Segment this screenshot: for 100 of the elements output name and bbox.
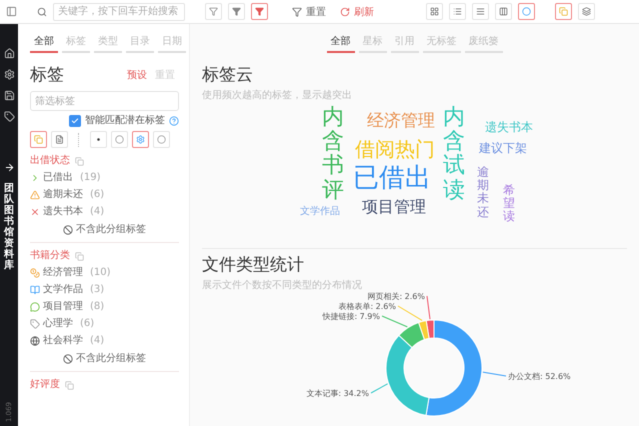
cloud-tag[interactable]: 经济管理 bbox=[367, 112, 435, 131]
tab[interactable]: 无标签 bbox=[422, 36, 460, 53]
filter-icon bbox=[292, 6, 302, 16]
tag-count: (4) bbox=[90, 335, 104, 347]
library-name: 团队图书馆资料库 bbox=[4, 183, 14, 271]
help-icon[interactable] bbox=[169, 116, 179, 126]
tag-label[interactable]: 项目管理 bbox=[43, 301, 83, 313]
tag-icon bbox=[30, 319, 40, 329]
columns-icon bbox=[499, 7, 508, 16]
section-subtitle: 使用频次越高的标签，显示越突出 bbox=[202, 88, 353, 102]
slice-label: 快捷链接: 7.9% bbox=[322, 312, 380, 321]
ban-icon bbox=[63, 225, 73, 235]
tag-count: (19) bbox=[80, 172, 101, 184]
tag-label[interactable]: 社会科学 bbox=[43, 335, 83, 347]
toolbar-button[interactable] bbox=[555, 3, 572, 20]
style-button[interactable] bbox=[132, 131, 149, 148]
circle-icon bbox=[157, 135, 166, 144]
reset-button[interactable]: 重置 bbox=[288, 4, 330, 18]
preset-link[interactable]: 预设 bbox=[123, 68, 151, 82]
checkmark-icon bbox=[71, 117, 79, 125]
slice-label: 表格表单: 2.6% bbox=[338, 302, 396, 311]
ban-icon bbox=[63, 354, 73, 364]
chat-icon bbox=[30, 302, 40, 312]
warning-icon bbox=[30, 190, 40, 200]
copy-icon[interactable] bbox=[75, 156, 84, 166]
tag-label[interactable]: 已借出 bbox=[43, 172, 73, 184]
section-title: 文件类型统计 bbox=[202, 255, 305, 275]
circle-icon bbox=[522, 7, 531, 16]
copy-icon bbox=[34, 135, 43, 144]
leader-line bbox=[382, 316, 408, 328]
circle-icon bbox=[115, 135, 124, 144]
tag-count: (6) bbox=[80, 318, 94, 330]
coin-icon bbox=[30, 268, 40, 278]
tag-count: (6) bbox=[90, 189, 104, 201]
tab[interactable]: 目录 bbox=[126, 36, 154, 53]
exclude-group-button[interactable]: 不含此分组标签 bbox=[63, 224, 146, 236]
filter-icon bbox=[232, 7, 241, 16]
search-icon bbox=[37, 6, 47, 16]
panel-toggle-icon[interactable] bbox=[6, 6, 17, 17]
leader-line bbox=[370, 383, 388, 394]
filter-button[interactable] bbox=[251, 3, 268, 20]
cloud-tag[interactable]: 希望读 bbox=[503, 184, 515, 224]
tag-label[interactable]: 经济管理 bbox=[43, 267, 83, 279]
copy-icon[interactable] bbox=[65, 380, 74, 390]
section-subtitle: 展示文件个数按不同类型的分布情况 bbox=[202, 278, 363, 292]
group-title: 书籍分类 bbox=[30, 250, 70, 262]
group-title: 好评度 bbox=[30, 379, 60, 391]
leader-line bbox=[426, 296, 430, 320]
tab[interactable]: 引用 bbox=[390, 36, 418, 53]
tab[interactable]: 标签 bbox=[62, 36, 90, 53]
refresh-button[interactable]: 刷新 bbox=[336, 4, 378, 18]
slice-label: 办公文档: 52.6% bbox=[508, 372, 571, 381]
cloud-tag[interactable]: 遗失书本 bbox=[485, 121, 533, 134]
tab[interactable]: 类型 bbox=[94, 36, 122, 53]
tag-label[interactable]: 逾期未还 bbox=[43, 189, 83, 201]
tab[interactable]: 全部 bbox=[326, 36, 354, 53]
mode-button[interactable] bbox=[30, 131, 47, 148]
tag-label[interactable]: 心理学 bbox=[43, 318, 73, 330]
leader-line bbox=[398, 306, 423, 321]
cloud-tag[interactable]: 项目管理 bbox=[362, 198, 426, 216]
checkbox[interactable] bbox=[69, 115, 81, 127]
cloud-tag[interactable]: 已借出 bbox=[353, 164, 431, 193]
copy-icon bbox=[559, 7, 568, 16]
cloud-tag[interactable]: 建议下架 bbox=[479, 142, 527, 156]
tag-label[interactable]: 文学作品 bbox=[43, 284, 83, 296]
cloud-tag[interactable]: 内含试读 bbox=[443, 106, 465, 203]
search-field[interactable]: 关键字，按下回车开始搜索 bbox=[53, 2, 185, 20]
group-title: 出借状态 bbox=[30, 155, 70, 167]
tab[interactable]: 星标 bbox=[358, 36, 386, 53]
leader-line bbox=[482, 372, 506, 376]
settings-icon[interactable] bbox=[4, 69, 14, 80]
cloud-tag[interactable]: 内含书评 bbox=[322, 106, 344, 203]
copy-icon[interactable] bbox=[75, 252, 84, 260]
arrow-right-icon[interactable] bbox=[4, 162, 14, 173]
cloud-tag[interactable]: 文学作品 bbox=[300, 206, 340, 217]
tab[interactable]: 废纸篓 bbox=[464, 36, 502, 53]
cross-icon bbox=[30, 207, 40, 217]
home-icon[interactable] bbox=[4, 48, 14, 59]
globe-icon bbox=[30, 336, 40, 346]
grid-icon bbox=[430, 7, 439, 16]
checkbox-label: 智能匹配潜在标签 bbox=[85, 115, 165, 127]
book-icon bbox=[30, 285, 40, 295]
tag-count: (4) bbox=[90, 206, 104, 218]
tag-label[interactable]: 遗失书本 bbox=[43, 206, 83, 218]
save-icon[interactable] bbox=[4, 90, 14, 101]
refresh-icon bbox=[340, 6, 350, 16]
filter-icon bbox=[255, 7, 264, 16]
tag-count: (10) bbox=[90, 267, 111, 279]
tag-count: (8) bbox=[90, 301, 104, 313]
panel-title: 标签 bbox=[30, 65, 65, 85]
list-icon bbox=[453, 7, 462, 16]
exclude-group-button[interactable]: 不含此分组标签 bbox=[63, 353, 146, 365]
gear-icon bbox=[136, 135, 145, 144]
view-button[interactable] bbox=[518, 3, 535, 20]
cloud-tag[interactable]: 逾期未还 bbox=[477, 166, 489, 219]
tab[interactable]: 全部 bbox=[30, 36, 58, 53]
tab[interactable]: 日期 bbox=[158, 36, 186, 53]
slice-label: 文本记事: 34.2% bbox=[306, 389, 369, 398]
tag-filter-field[interactable]: 筛选标签 bbox=[30, 91, 179, 111]
tag-icon[interactable] bbox=[4, 111, 14, 122]
